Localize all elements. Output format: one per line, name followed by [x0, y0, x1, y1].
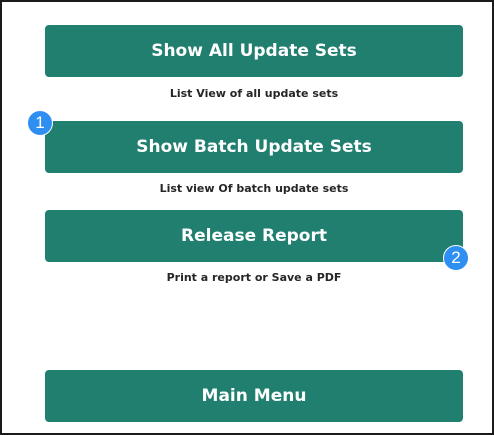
- main-menu-button[interactable]: Main Menu: [45, 370, 463, 422]
- show-all-update-sets-caption: List View of all update sets: [169, 87, 339, 100]
- menu-panel: Show All Update Sets List View of all up…: [0, 0, 494, 435]
- show-all-update-sets-button[interactable]: Show All Update Sets: [45, 25, 463, 77]
- show-batch-update-sets-caption: List view Of batch update sets: [159, 182, 349, 195]
- step-badge-2: 2: [443, 245, 469, 271]
- show-batch-update-sets-button[interactable]: Show Batch Update Sets: [45, 121, 463, 173]
- step-badge-1: 1: [27, 110, 53, 136]
- release-report-button[interactable]: Release Report: [45, 210, 463, 262]
- release-report-caption: Print a report or Save a PDF: [166, 271, 342, 284]
